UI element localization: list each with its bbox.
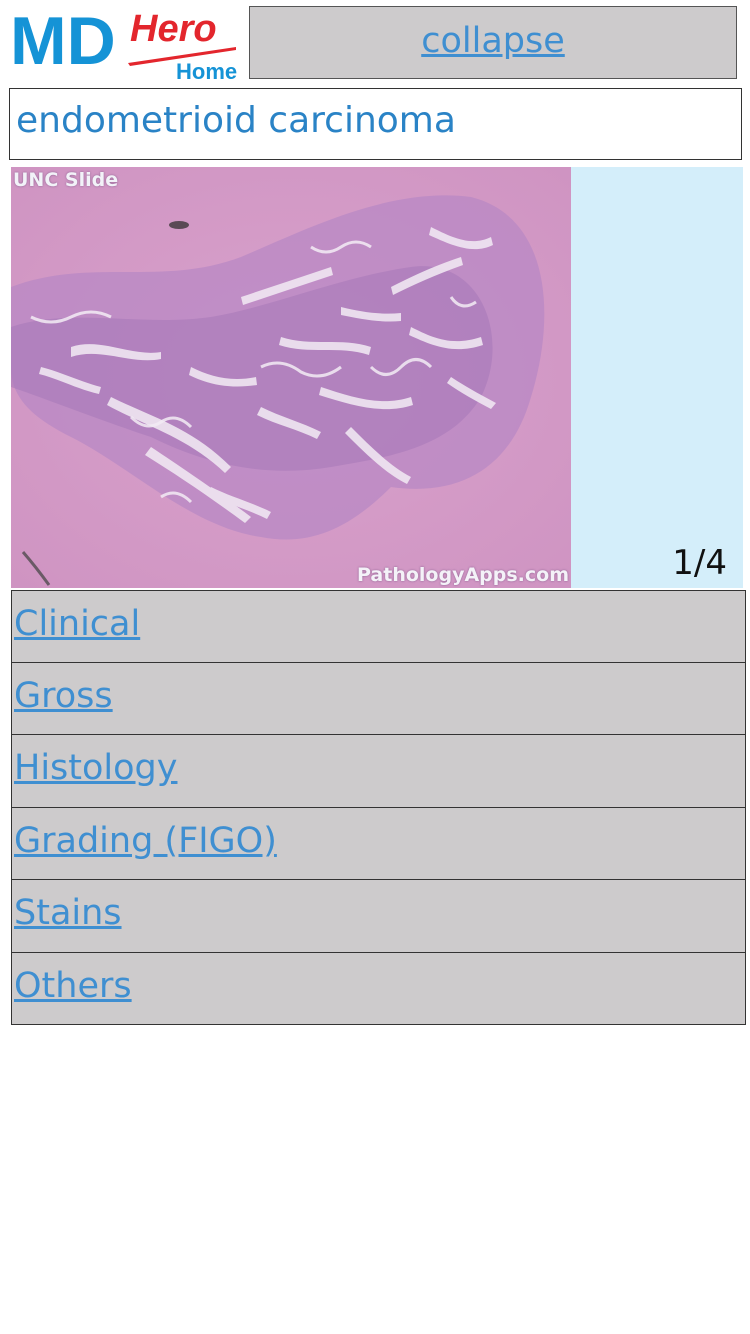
logo-hero-text: Hero <box>130 8 217 50</box>
section-histology[interactable]: Histology <box>11 735 746 808</box>
section-gross[interactable]: Gross <box>11 662 746 735</box>
section-label: Grading (FIGO) <box>14 820 277 861</box>
logo-home-text: Home <box>176 59 237 84</box>
section-list: Clinical Gross Histology Grading (FIGO) … <box>11 590 746 1025</box>
section-clinical[interactable]: Clinical <box>11 590 746 663</box>
mdhero-home-logo[interactable]: MD Hero Home <box>10 6 242 84</box>
section-others[interactable]: Others <box>11 952 746 1025</box>
slide-source-label: UNC Slide <box>13 169 119 191</box>
logo-md-text: MD <box>10 6 116 79</box>
page-title: endometrioid carcinoma <box>9 88 742 160</box>
section-label: Stains <box>14 893 122 933</box>
section-label: Histology <box>14 748 178 788</box>
slide-viewer: UNC Slide PathologyApps.com 1/4 <box>11 167 743 588</box>
section-label: Clinical <box>14 604 141 644</box>
slide-watermark: PathologyApps.com <box>357 564 569 586</box>
section-label: Gross <box>14 675 113 716</box>
section-label: Others <box>14 965 132 1006</box>
slide-artifact-speck <box>169 221 189 229</box>
image-counter: 1/4 <box>672 543 727 583</box>
collapse-button[interactable]: collapse <box>249 6 737 79</box>
section-stains[interactable]: Stains <box>11 880 746 953</box>
histology-slide-image[interactable]: UNC Slide PathologyApps.com <box>11 167 571 588</box>
section-grading-figo[interactable]: Grading (FIGO) <box>11 807 746 880</box>
header: MD Hero Home collapse <box>0 0 750 88</box>
